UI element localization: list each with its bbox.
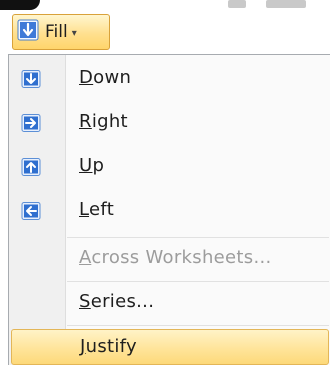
arrow-right-icon — [21, 114, 41, 132]
arrow-left-icon — [21, 202, 41, 220]
ribbon-strip: Fill ▾ — [0, 0, 333, 56]
menu-item-across-worksheets: Across Worksheets... — [11, 241, 329, 277]
fill-button-label: Fill — [45, 22, 68, 42]
menu-item-right[interactable]: Right — [11, 105, 329, 141]
arrow-up-icon — [21, 158, 41, 176]
chevron-down-icon: ▾ — [71, 27, 77, 39]
arrow-down-icon — [21, 70, 41, 88]
menu-item-label: Across Worksheets... — [79, 247, 272, 268]
menu-item-label: Down — [79, 67, 132, 88]
menu-item-down[interactable]: Down — [11, 61, 329, 97]
menu-separator — [67, 281, 329, 282]
menu-item-up[interactable]: Up — [11, 149, 329, 185]
menu-item-left[interactable]: Left — [11, 193, 329, 229]
ribbon-faint-glyph — [228, 0, 246, 8]
menu-item-justify[interactable]: Justify — [11, 329, 329, 365]
menu-item-label: Up — [79, 155, 105, 176]
menu-separator — [67, 237, 329, 238]
menu-item-label: Series... — [79, 291, 155, 312]
menu-item-label: Right — [79, 111, 128, 132]
menu-item-label: Left — [79, 199, 115, 220]
ribbon-faint-glyph — [266, 0, 306, 8]
fill-dropdown-menu: Down Right Up Left Across Worksheets... … — [8, 54, 330, 365]
menu-separator — [67, 325, 329, 326]
menu-item-label: Justify — [80, 336, 137, 357]
ribbon-corner-fragment — [0, 0, 40, 10]
fill-button[interactable]: Fill ▾ — [12, 14, 110, 50]
menu-item-series[interactable]: Series... — [11, 285, 329, 321]
fill-down-icon — [17, 19, 39, 45]
